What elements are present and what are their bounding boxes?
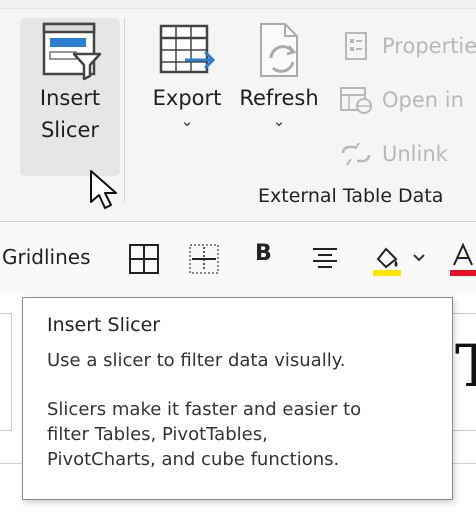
format-toolbar: Gridlines B [0,223,476,295]
mouse-cursor-icon [90,170,117,209]
insert-slicer-label-1: Insert [39,86,101,110]
align-center-icon[interactable] [310,243,340,273]
fill-color-icon[interactable] [370,243,404,277]
tooltip-spacer [47,373,452,397]
refresh-icon [260,23,298,77]
font-color-icon[interactable] [450,243,476,277]
gridlines-label[interactable]: Gridlines [2,245,91,269]
refresh-label: Refresh [239,86,319,110]
chevron-down-icon[interactable]: ⌄ [234,114,324,129]
chevron-down-icon[interactable] [412,253,426,263]
tooltip-title: Insert Slicer [47,314,161,336]
open-in-browser-label: Open in [382,88,464,112]
unlink-icon [338,139,374,169]
tooltip-description: Use a slicer to filter data visually. [47,350,346,371]
external-table-data-group-label: External Table Data [258,185,444,207]
export-table-icon [159,24,216,74]
sheet-shape-left [0,313,12,431]
tooltip-detail-line: filter Tables, PivotTables, [47,424,268,445]
properties-icon [338,31,374,61]
properties-label: Properties [382,34,476,58]
unlink-label: Unlink [382,142,448,166]
open-in-browser-icon [338,85,374,115]
insert-slicer-button[interactable]: Insert Slicer [20,18,120,176]
tooltip-detail-line: PivotCharts, and cube functions. [47,449,340,470]
all-borders-icon[interactable] [128,243,160,275]
unlink-button[interactable]: Unlink [338,134,448,174]
group-separator [124,18,125,203]
bold-icon[interactable]: B [255,241,272,266]
ribbon: Insert Slicer Export ⌄ Refresh ⌄ Propert… [0,0,476,222]
properties-button[interactable]: Properties [338,26,476,66]
insert-slicer-label-2: Slicer [40,118,100,142]
chevron-down-icon[interactable]: ⌄ [146,114,228,129]
inside-borders-icon[interactable] [188,243,220,275]
insert-slicer-icon [42,22,102,81]
refresh-button[interactable]: Refresh ⌄ [234,18,324,129]
insert-slicer-tooltip: Insert Slicer Use a slicer to filter dat… [22,297,453,500]
export-button[interactable]: Export ⌄ [146,18,228,129]
ribbon-top-border [0,0,476,9]
open-in-browser-button[interactable]: Open in [338,80,464,120]
tooltip-detail-line: Slicers make it faster and easier to [47,399,362,420]
export-label: Export [152,86,222,110]
